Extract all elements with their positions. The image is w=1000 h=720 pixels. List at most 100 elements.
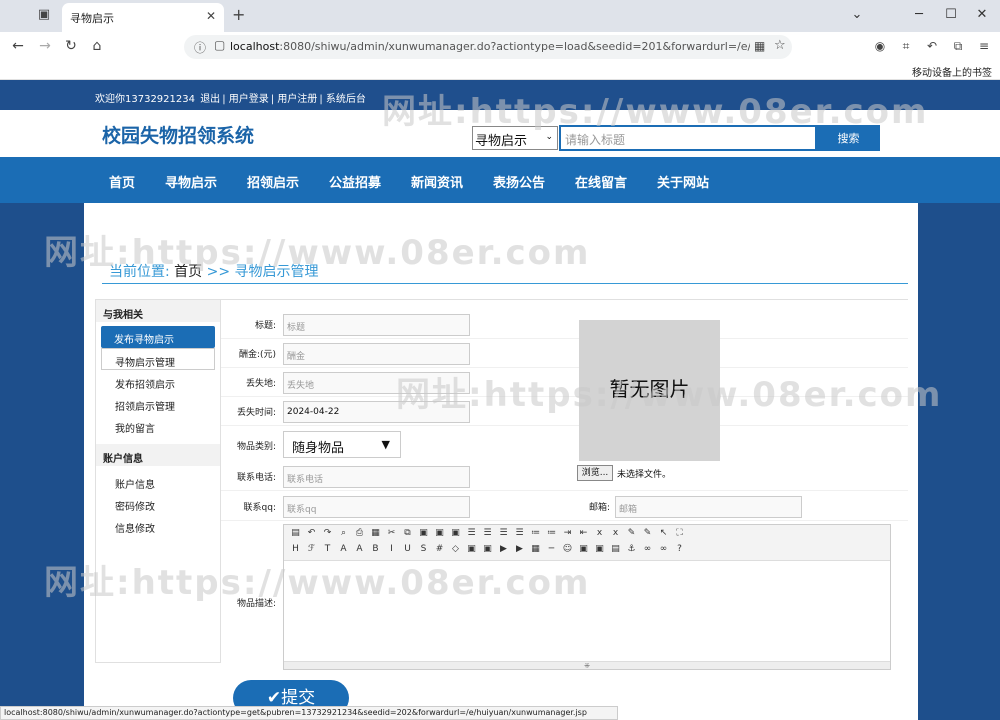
close-icon[interactable]: ✕ [206,9,216,23]
media-icon[interactable]: ▶ [513,544,526,554]
browser-tab[interactable]: 寻物启示 ✕ [62,3,224,32]
sidebar-item-my-messages[interactable]: 我的留言 [96,414,220,436]
nav-found[interactable]: 招领启示 [247,172,299,191]
maximize-icon[interactable]: ☐ [942,7,960,22]
anchor-icon[interactable]: ⚓ [625,544,638,554]
redo-icon[interactable]: ↷ [321,528,334,538]
login-link[interactable]: 用户登录 [229,94,269,105]
bookmark-star-icon[interactable]: ☆ [774,38,786,53]
sidebar-item-manage-found[interactable]: 招领启示管理 [96,392,220,414]
print-icon[interactable]: ⎙ [353,528,366,538]
mobile-bookmarks[interactable]: 移动设备上的书签 [912,64,992,79]
place-input[interactable]: 丢失地 [283,372,470,394]
paste-word-icon[interactable]: ▣ [449,528,462,538]
category-select[interactable]: 随身物品 ▼ [283,431,401,458]
paste-icon[interactable]: ▣ [417,528,430,538]
qq-input[interactable]: 联系qq [283,496,470,518]
map-icon[interactable]: ▣ [577,544,590,554]
clear-format-icon[interactable]: ✎ [625,528,638,538]
code-icon[interactable]: ▣ [593,544,606,554]
line-height-icon[interactable]: # [433,544,446,554]
sidebar-item-manage-lost[interactable]: 寻物启示管理 [101,348,215,370]
site-logo[interactable]: 校园失物招领系统 [102,121,254,148]
minimize-icon[interactable]: ─ [910,7,928,22]
back-icon[interactable]: ← [9,38,27,54]
outdent-icon[interactable]: ⇤ [577,528,590,538]
qr-code-icon[interactable]: ▦ [754,39,765,53]
table-icon[interactable]: ▦ [529,544,542,554]
unordered-list-icon[interactable]: ≔ [545,528,558,538]
logout-link[interactable]: 退出 [200,94,220,105]
fullscreen-icon[interactable]: ⛶ [673,528,686,538]
font-family-icon[interactable]: ℱ [305,544,318,554]
sidebar-item-post-lost[interactable]: 发布寻物启示 [101,326,215,348]
underline-icon[interactable]: U [401,544,414,554]
nav-about[interactable]: 关于网站 [657,172,709,191]
reload-icon[interactable]: ↻ [62,38,80,54]
cursor-icon[interactable]: ↖ [657,528,670,538]
nav-news[interactable]: 新闻资讯 [411,172,463,191]
register-link[interactable]: 用户注册 [277,94,317,105]
pagebreak-icon[interactable]: ▤ [609,544,622,554]
font-size-icon[interactable]: T [321,544,334,554]
italic-icon[interactable]: I [385,544,398,554]
sidebar-item-change-password[interactable]: 密码修改 [96,492,220,514]
phone-input[interactable]: 联系电话 [283,466,470,488]
sidebar-item-account-info[interactable]: 账户信息 [96,470,220,492]
breadcrumb-home[interactable]: 首页 [174,264,202,280]
home-icon[interactable]: ⌂ [88,38,106,54]
bold-icon[interactable]: B [369,544,382,554]
sidebar-item-post-found[interactable]: 发布招领启示 [96,370,220,392]
search-type-select[interactable]: 寻物启示 ⌄ [472,126,558,150]
strikethrough-icon[interactable]: S [417,544,430,554]
nav-praise[interactable]: 表扬公告 [493,172,545,191]
crop-icon[interactable]: ⌗ [898,39,914,54]
indent-icon[interactable]: ⇥ [561,528,574,538]
extensions-icon[interactable]: ⧉ [950,39,966,54]
editor-resize-handle[interactable]: ⁜ [284,661,890,670]
nav-message[interactable]: 在线留言 [575,172,627,191]
menu-icon[interactable]: ≡ [976,39,992,53]
preview-icon[interactable]: ⌕ [337,528,350,538]
unlink-icon[interactable]: ∞ [657,544,670,554]
superscript-icon[interactable]: x [609,528,622,538]
search-button[interactable]: 搜索 [817,125,880,151]
template-icon[interactable]: ▦ [369,528,382,538]
copy-icon[interactable]: ⧉ [401,528,414,538]
nav-home[interactable]: 首页 [109,172,135,191]
reward-input[interactable]: 酬金 [283,343,470,365]
window-close-icon[interactable]: ✕ [973,7,991,22]
email-input[interactable]: 邮箱 [615,496,802,518]
chevron-down-icon[interactable]: ⌄ [848,7,866,22]
account-icon[interactable]: ◉ [872,39,888,53]
highlight-icon[interactable]: A [353,544,366,554]
forward-icon[interactable]: → [36,38,54,54]
undo-icon[interactable]: ↶ [924,39,940,53]
link-icon[interactable]: ∞ [641,544,654,554]
hr-icon[interactable]: ─ [545,544,558,554]
align-left-icon[interactable]: ☰ [465,528,478,538]
browse-button[interactable]: 浏览... [577,465,613,481]
nav-lost[interactable]: 寻物启示 [165,172,217,191]
ordered-list-icon[interactable]: ≔ [529,528,542,538]
heading-icon[interactable]: H [289,544,302,554]
time-input[interactable]: 2024-04-22 [283,401,470,423]
eraser-icon[interactable]: ◇ [449,544,462,554]
admin-link[interactable]: 系统后台 [326,94,366,105]
rich-text-editor[interactable]: ▤ ↶ ↷ ⌕ ⎙ ▦ ✂ ⧉ ▣ ▣ ▣ ☰ ☰ ☰ ☰ ≔ ≔ ⇥ ⇤ x x ✎ ✎ ↖ ⛶ H ℱ T A A B I U S # ◇ ▣ ▣ ▶… [283,524,891,670]
search-input[interactable]: 请输入标题 [559,125,817,151]
align-right-icon[interactable]: ☰ [497,528,510,538]
justify-icon[interactable]: ☰ [513,528,526,538]
flash-icon[interactable]: ▶ [497,544,510,554]
undo-icon[interactable]: ↶ [305,528,318,538]
help-icon[interactable]: ? [673,544,686,554]
select-all-icon[interactable]: ✎ [641,528,654,538]
subscript-icon[interactable]: x [593,528,606,538]
source-icon[interactable]: ▤ [289,528,302,538]
site-info-icon[interactable]: ⓘ [194,39,206,56]
emoticon-icon[interactable]: ☺ [561,544,574,554]
font-color-icon[interactable]: A [337,544,350,554]
cut-icon[interactable]: ✂ [385,528,398,538]
sidebar-item-edit-info[interactable]: 信息修改 [96,514,220,536]
image-icon[interactable]: ▣ [465,544,478,554]
